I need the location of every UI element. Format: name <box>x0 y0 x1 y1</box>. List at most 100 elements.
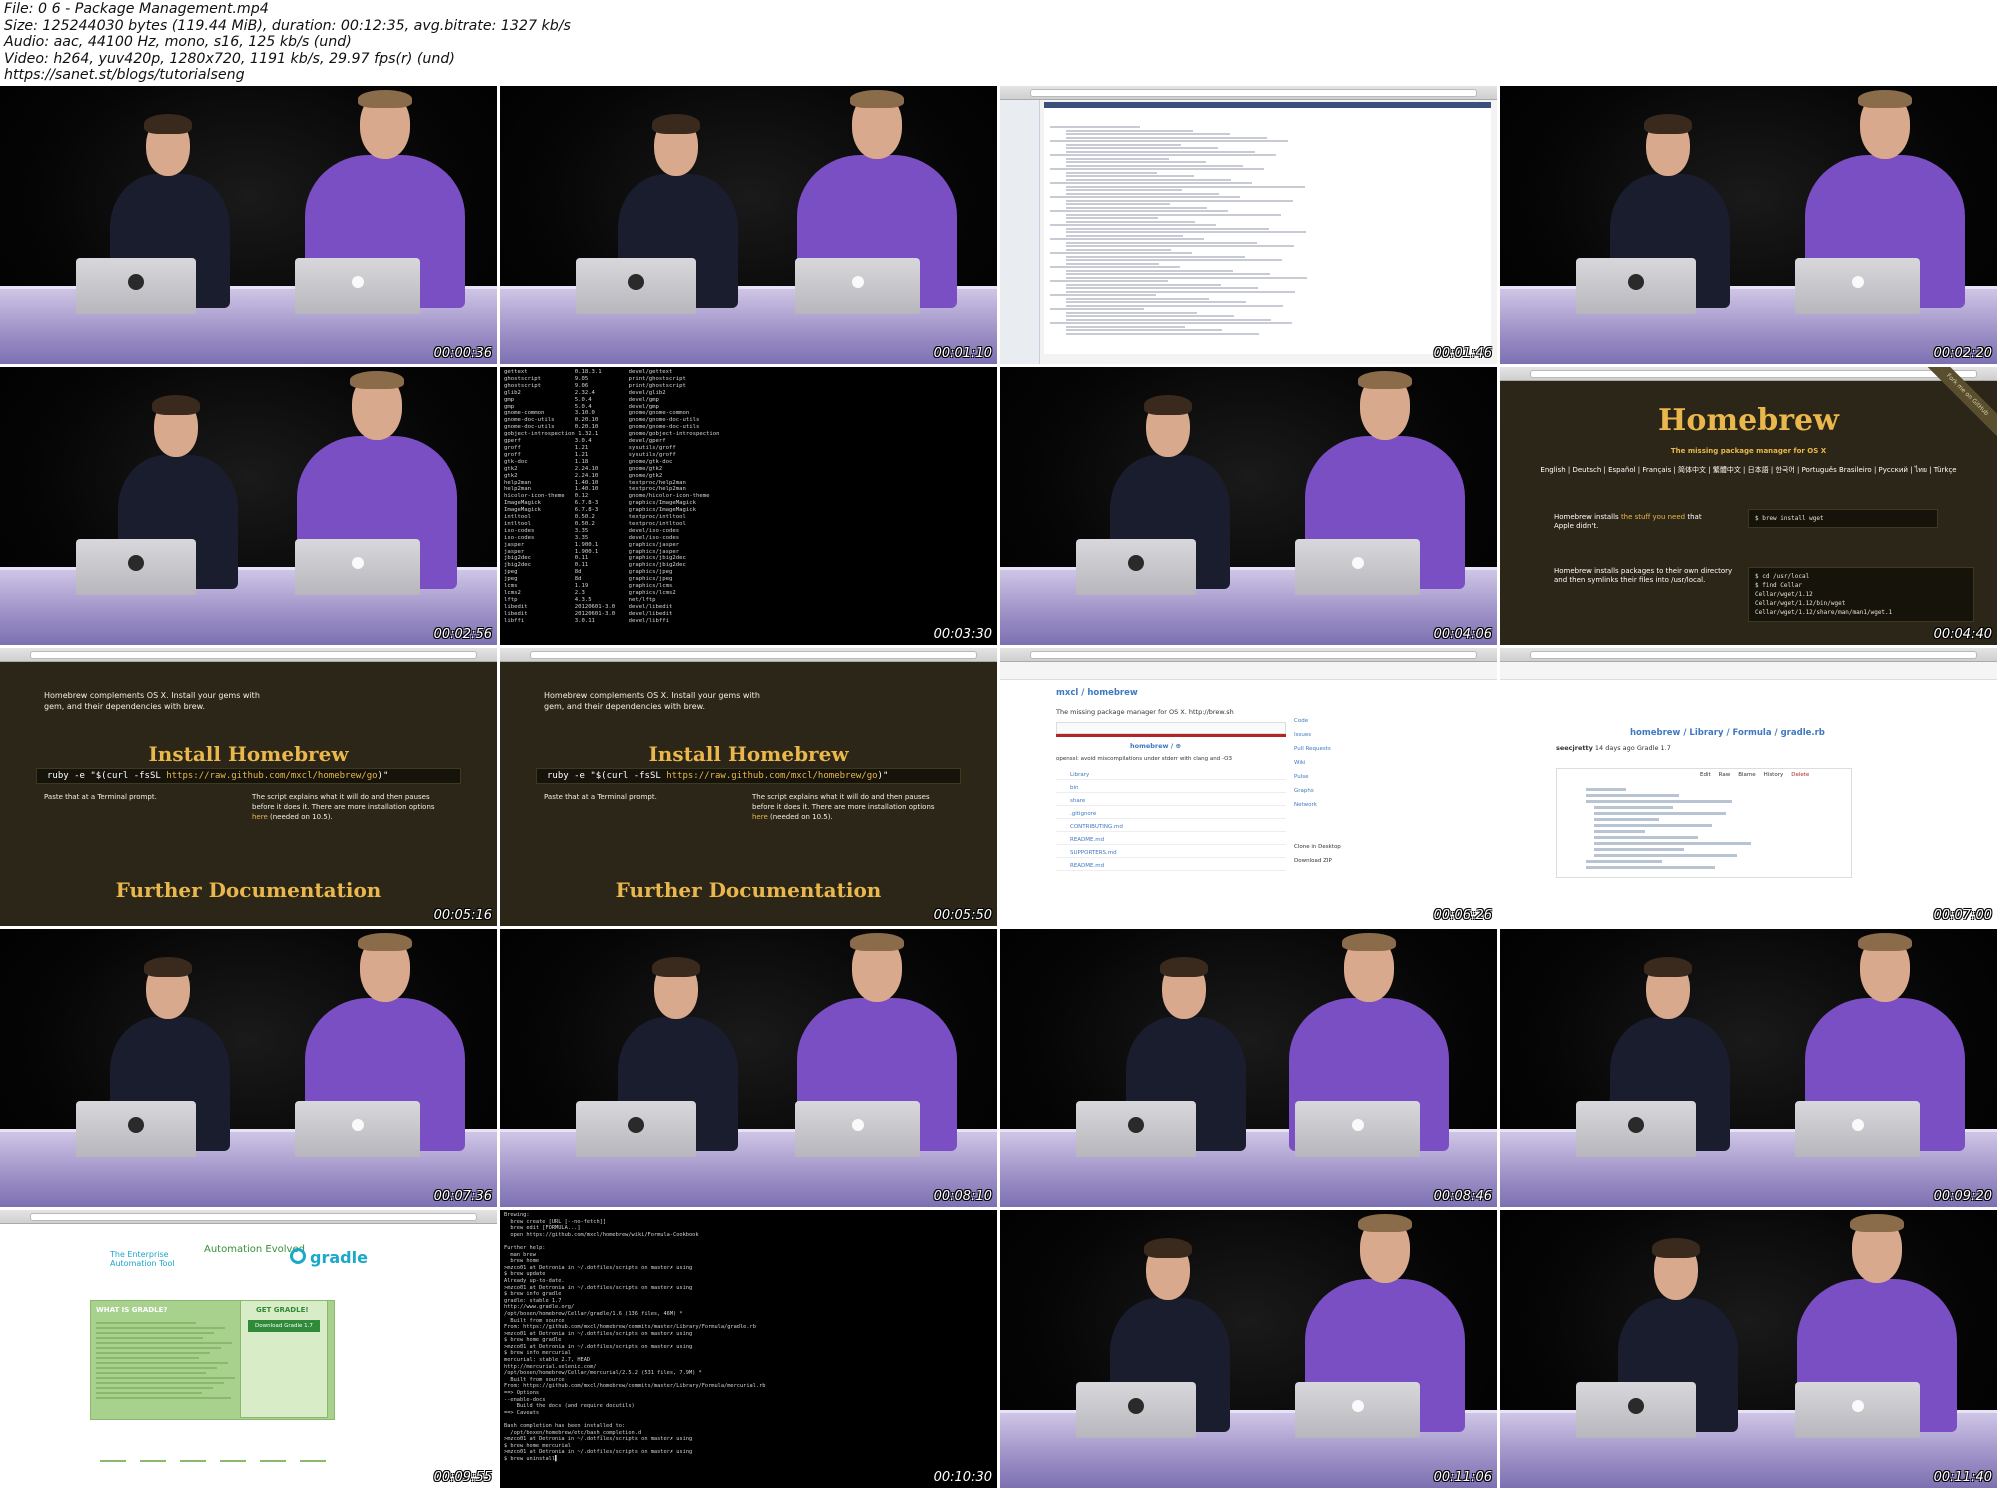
laptop-right <box>295 539 420 595</box>
repo-nav-item[interactable]: Pull Requests <box>1294 742 1354 756</box>
file-row[interactable]: CONTRIBUTING.md <box>1056 822 1286 832</box>
apple-logo-icon <box>351 556 364 569</box>
options-link[interactable]: here <box>752 813 768 821</box>
footer-link <box>300 1460 326 1462</box>
address-bar[interactable] <box>1530 651 1977 659</box>
file-action-button[interactable]: Raw <box>1719 772 1731 778</box>
explain-a: The script explains what it will do and … <box>752 793 930 801</box>
file-row[interactable]: Library <box>1056 770 1286 780</box>
apple-logo-icon <box>1351 1118 1364 1131</box>
text-line <box>96 1342 232 1344</box>
code-line <box>1586 866 1715 869</box>
timestamp: 00:11:40 <box>1933 1470 1992 1485</box>
text-line <box>1066 269 1233 272</box>
laptop-left <box>76 1101 196 1157</box>
terminal-output: Brewing: brew create [URL [--no-fetch]] … <box>504 1212 766 1462</box>
repo-nav-item[interactable]: Pulse <box>1294 770 1354 784</box>
repo-nav: Code Issues Pull Requests Wiki Pulse Graphs Ne… <box>1294 714 1354 812</box>
text-line <box>1066 273 1270 275</box>
file-row[interactable]: share <box>1056 796 1286 806</box>
file-action-button[interactable]: Delete <box>1791 772 1809 778</box>
cmd-suffix: )" <box>377 771 389 781</box>
documentation-heading: Further Documentation <box>115 878 382 902</box>
address-bar[interactable] <box>1030 651 1477 659</box>
language-links[interactable]: English | Deutsch | Español | Français |… <box>1530 465 1967 476</box>
timestamp: 00:09:20 <box>1933 1189 1992 1204</box>
intro-text-a: Homebrew complements OS X. Install your … <box>544 691 760 700</box>
code-line <box>1594 830 1645 833</box>
install-command: ruby -e "$(curl -fsSL https://raw.github… <box>36 768 461 784</box>
repo-nav-item[interactable]: Graphs <box>1294 784 1354 798</box>
github-octocat-icon <box>1628 1397 1644 1414</box>
text-line <box>1066 213 1281 216</box>
options-link[interactable]: here <box>252 813 268 821</box>
laptop-right <box>295 1101 420 1157</box>
text-line <box>1066 217 1158 219</box>
cmd-url: https://raw.github.com/mxcl/homebrew/go <box>166 771 378 781</box>
text-line <box>1066 164 1243 167</box>
laptop-right <box>1295 1382 1420 1438</box>
thumbnail-github-file: homebrew / Library / Formula / gradle.rb… <box>1500 648 1997 926</box>
text-line <box>1066 234 1183 237</box>
clone-desktop-button[interactable]: Clone in Desktop <box>1294 844 1341 850</box>
text-line <box>1066 178 1231 181</box>
apple-logo-icon <box>351 1118 364 1131</box>
homebrew-subtitle: The missing package manager for OS X <box>1670 447 1827 455</box>
thumbnail-studio: 00:01:10 <box>500 86 997 364</box>
install-text-b: the stuff you need <box>1620 513 1686 521</box>
commit-message: 14 days ago Gradle 1.7 <box>1594 744 1671 752</box>
github-octocat-icon <box>128 273 144 290</box>
footer-link <box>260 1460 286 1462</box>
repo-nav-item[interactable]: Issues <box>1294 728 1354 742</box>
address-bar[interactable] <box>30 651 477 659</box>
symlink-text: Homebrew installs packages to their own … <box>1554 567 1733 584</box>
file-row[interactable]: SUPPORTERS.md <box>1056 848 1286 858</box>
file-action-button[interactable]: History <box>1764 772 1784 778</box>
repo-stats <box>1056 722 1286 734</box>
timestamp: 00:04:40 <box>1933 627 1992 642</box>
browser-toolbar <box>1000 648 1497 662</box>
text-line <box>1066 157 1169 160</box>
host-left-hair <box>652 114 700 135</box>
repo-nav-item[interactable]: Code <box>1294 714 1354 728</box>
host-left-hair <box>144 957 192 978</box>
host-left-hair <box>1144 395 1192 416</box>
file-path[interactable]: homebrew / Library / Formula / gradle.rb <box>1630 728 1825 738</box>
committer: seecjretty <box>1556 744 1593 752</box>
repo-nav-item[interactable]: Wiki <box>1294 756 1354 770</box>
intro-text-a: Homebrew complements OS X. Install your … <box>44 691 260 700</box>
download-gradle-button[interactable]: Download Gradle 1.7 <box>248 1320 320 1332</box>
thumbnail-install: Homebrew complements OS X. Install your … <box>500 648 997 926</box>
host-left-hair <box>1644 114 1692 135</box>
code-line <box>1594 848 1684 851</box>
gradle-logo: gradle <box>310 1248 368 1267</box>
download-zip-button[interactable]: Download ZIP <box>1294 858 1332 864</box>
repo-title[interactable]: mxcl / homebrew <box>1056 688 1138 698</box>
laptop-right <box>1795 258 1920 314</box>
timestamp: 00:09:55 <box>433 1470 492 1485</box>
file-row[interactable]: bin <box>1056 783 1286 793</box>
intro-text: Homebrew complements OS X. Install your … <box>44 690 260 712</box>
host-right-hair <box>1358 371 1412 390</box>
address-bar[interactable] <box>530 651 977 659</box>
file-row[interactable]: README.md <box>1056 861 1286 871</box>
text-line <box>1066 297 1209 300</box>
code-line <box>1586 800 1732 803</box>
gradle-tagline: The Enterprise Automation Tool <box>110 1250 175 1268</box>
file-row[interactable]: README.md <box>1056 835 1286 845</box>
address-bar[interactable] <box>1030 89 1477 97</box>
branch-path[interactable]: homebrew / ⊕ <box>1130 742 1181 750</box>
text-line <box>1066 245 1294 247</box>
address-bar[interactable] <box>1530 370 1977 378</box>
file-action-button[interactable]: Edit <box>1700 772 1711 778</box>
laptop-left <box>1076 539 1196 595</box>
text-line <box>1066 185 1305 188</box>
nav-bar <box>1044 102 1491 108</box>
file-action-button[interactable]: Blame <box>1738 772 1755 778</box>
code-line <box>1586 788 1626 791</box>
file-row[interactable]: .gitignore <box>1056 809 1286 819</box>
address-bar[interactable] <box>30 1213 477 1221</box>
repo-nav-item[interactable]: Network <box>1294 798 1354 812</box>
text-line <box>1050 238 1204 240</box>
text-line <box>96 1357 199 1359</box>
